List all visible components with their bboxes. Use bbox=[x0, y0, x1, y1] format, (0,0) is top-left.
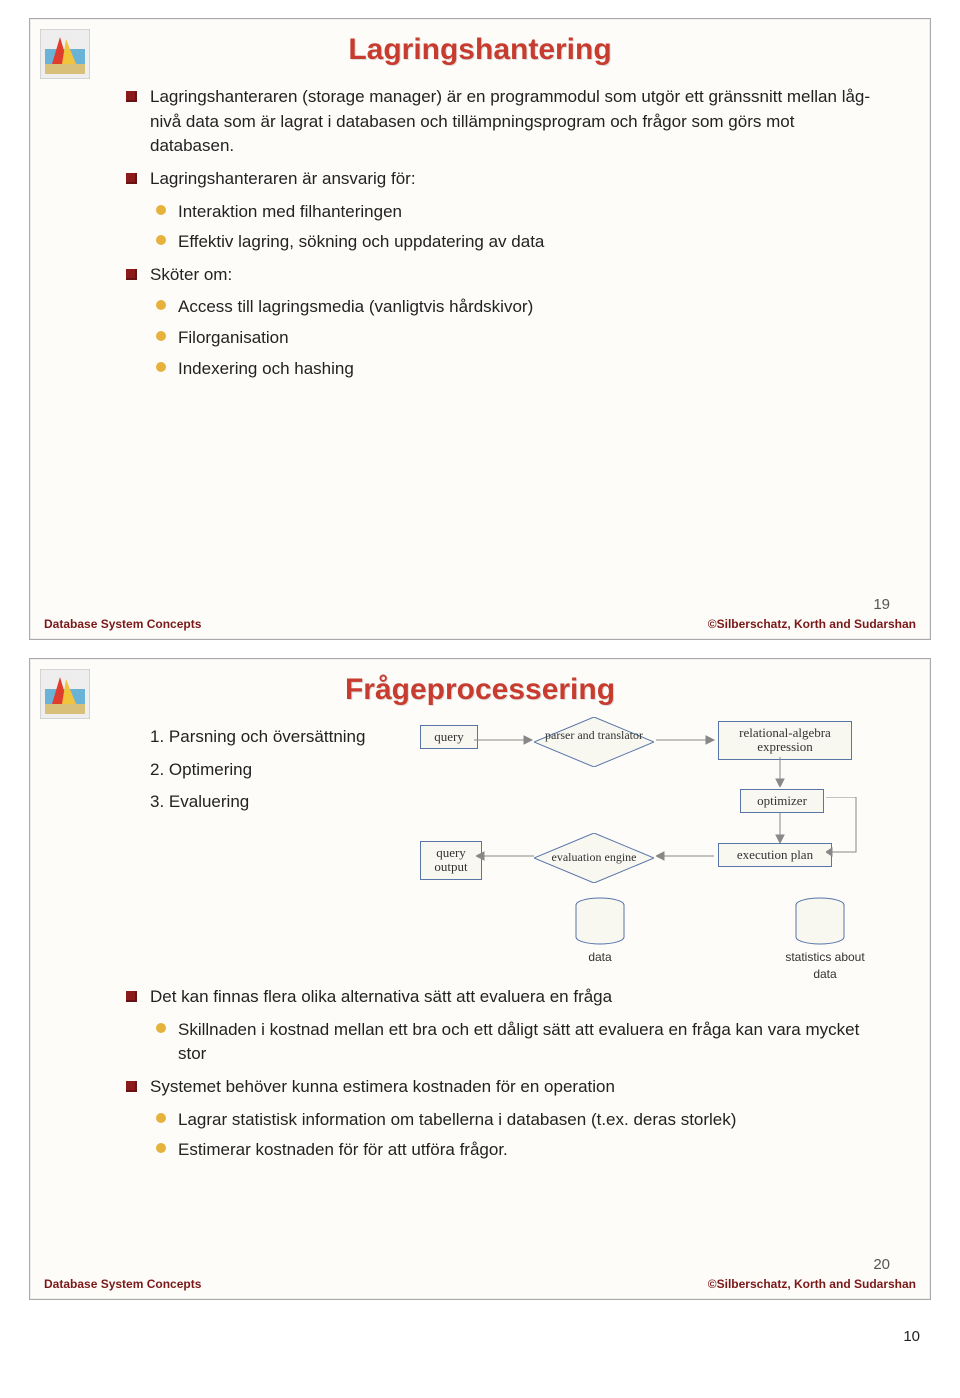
list-item: 2. Optimering bbox=[150, 758, 390, 783]
slide-title: Lagringshantering bbox=[30, 19, 930, 67]
node-optimizer: optimizer bbox=[740, 789, 824, 813]
numbered-list: 1. Parsning och översättning 2. Optimeri… bbox=[150, 717, 390, 823]
flow-data-row: data statistics about data bbox=[150, 897, 880, 977]
sub-bullet: Access till lagringsmedia (vanligtvis hå… bbox=[178, 295, 880, 320]
slide-number: 19 bbox=[873, 596, 890, 613]
footer-right: ©Silberschatz, Korth and Sudarshan bbox=[708, 617, 916, 631]
bullet: Systemet behöver kunna estimera kostnade… bbox=[150, 1075, 880, 1100]
node-query: query bbox=[420, 725, 478, 749]
node-exec-plan: execution plan bbox=[718, 843, 832, 867]
list-item: 1. Parsning och översättning bbox=[150, 725, 390, 750]
document-page-number: 10 bbox=[0, 1318, 960, 1365]
cylinder-icon bbox=[570, 897, 630, 947]
slide-content: 1. Parsning och översättning 2. Optimeri… bbox=[30, 707, 930, 1209]
list-item: 3. Evaluering bbox=[150, 790, 390, 815]
logo bbox=[40, 29, 90, 79]
sub-bullet: Interaktion med filhanteringen bbox=[178, 200, 880, 225]
footer-left: Database System Concepts bbox=[44, 617, 201, 631]
flowchart: query parser and translator relational-a… bbox=[420, 717, 880, 897]
node-parser: parser and translator bbox=[534, 717, 654, 767]
slide-title: Frågeprocessering bbox=[30, 659, 930, 707]
node-relational-expr: relational-algebra expression bbox=[718, 721, 852, 760]
node-query-output: query output bbox=[420, 841, 482, 880]
slide-content: Lagringshanteraren (storage manager) är … bbox=[30, 67, 930, 427]
node-label: evaluation engine bbox=[534, 833, 654, 864]
bullet: Lagringshanteraren (storage manager) är … bbox=[150, 85, 880, 159]
bullet: Det kan finnas flera olika alternativa s… bbox=[150, 985, 880, 1010]
sub-bullet: Effektiv lagring, sökning och uppdaterin… bbox=[178, 230, 880, 255]
node-eval-engine: evaluation engine bbox=[534, 833, 654, 883]
node-label: parser and translator bbox=[534, 717, 654, 742]
bullet: Sköter om: bbox=[150, 263, 880, 288]
sub-bullet: Lagrar statistisk information om tabelle… bbox=[178, 1108, 880, 1133]
sub-bullet: Indexering och hashing bbox=[178, 357, 880, 382]
slide-2: Frågeprocessering 1. Parsning och översä… bbox=[29, 658, 931, 1300]
bullet: Lagringshanteraren är ansvarig för: bbox=[150, 167, 880, 192]
slide-number: 20 bbox=[873, 1256, 890, 1273]
slide-footer: Database System Concepts ©Silberschatz, … bbox=[30, 1277, 930, 1291]
slide-1: Lagringshantering Lagringshanteraren (st… bbox=[29, 18, 931, 640]
node-stats-label: statistics about data bbox=[780, 949, 870, 984]
sub-bullet: Filorganisation bbox=[178, 326, 880, 351]
footer-right: ©Silberschatz, Korth and Sudarshan bbox=[708, 1277, 916, 1291]
sub-bullet: Estimerar kostnaden för för att utföra f… bbox=[178, 1138, 880, 1163]
slide-footer: Database System Concepts ©Silberschatz, … bbox=[30, 617, 930, 631]
sub-bullet: Skillnaden i kostnad mellan ett bra och … bbox=[178, 1018, 880, 1067]
logo bbox=[40, 669, 90, 719]
cylinder-icon bbox=[790, 897, 850, 947]
footer-left: Database System Concepts bbox=[44, 1277, 201, 1291]
node-data-label: data bbox=[565, 949, 635, 966]
